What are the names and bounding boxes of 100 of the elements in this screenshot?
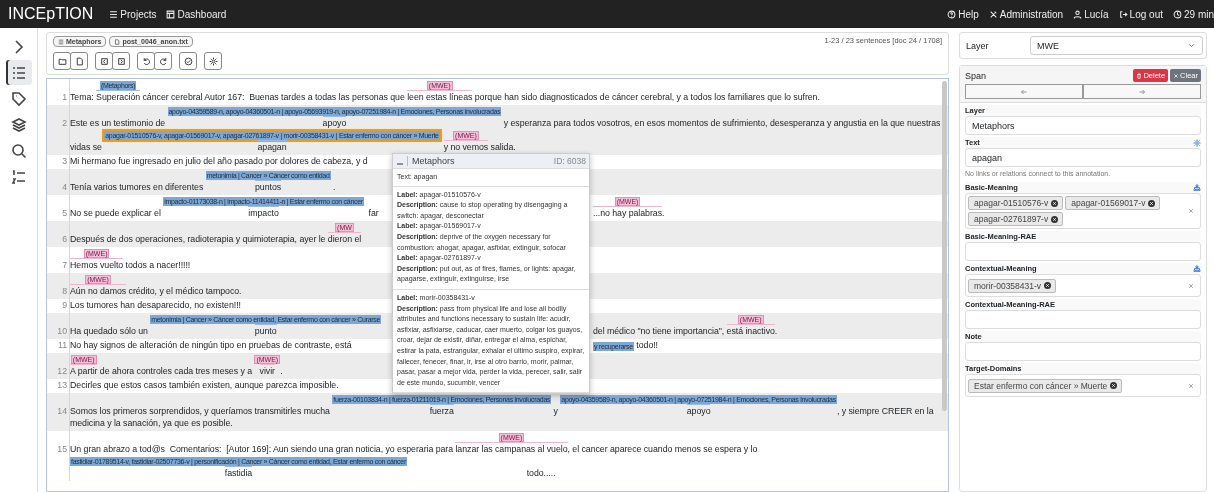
file-icon: [74, 56, 84, 66]
sidebar-tab[interactable]: [5, 60, 32, 85]
annotation-id: ID: 6038: [553, 155, 587, 167]
sentence-text: Después de dos operaciones, radioterapia y quimioterapia, ayer le: [70, 234, 327, 244]
text-field[interactable]: [965, 310, 1201, 329]
line-number: 15: [56, 443, 68, 455]
numbered-list-icon: [10, 168, 27, 185]
annotated-text[interactable]: fastidia: [224, 466, 253, 479]
sentence-text: de ahora controles cada tres meses y a: [98, 366, 253, 376]
line-number: 1: [61, 91, 68, 103]
sentence-text: Ha quedado sólo un: [70, 326, 149, 336]
scrollbar[interactable]: [942, 81, 947, 411]
sentence-text: .: [662, 208, 665, 218]
toolbar-button[interactable]: [154, 52, 172, 70]
undo-icon: [141, 56, 151, 66]
line-number: 11: [56, 339, 68, 351]
sentence-text: far: [367, 208, 379, 218]
tag-field[interactable]: apagar-01510576-v apagar-01569017-v apagar-02761897-v: [965, 193, 1201, 229]
nav-link[interactable]: 29 min: [1173, 8, 1214, 20]
sentence-text: del médico "no tiene importancia",: [593, 326, 726, 336]
line-number: 9: [61, 299, 68, 311]
sentence-text: , y siempre CREER en la: [836, 406, 934, 416]
layers-icon: [10, 116, 27, 133]
annotated-text[interactable]: está inactivo: [726, 324, 775, 337]
toolbar-button[interactable]: [70, 52, 88, 70]
tag-field[interactable]: morir-00358431-v: [965, 274, 1201, 297]
file-icon: [114, 38, 121, 45]
annotated-text[interactable]: leen estas líneas: [407, 90, 473, 103]
sentence-text: Somos los primeros sorprendidos, y queríamos transmitirles mucha: [70, 406, 331, 416]
text-field[interactable]: Metaphors: [965, 116, 1201, 135]
layer-select[interactable]: MWE: [1030, 36, 1203, 55]
annotated-text[interactable]: Hemos vuelto: [70, 258, 124, 271]
tag-chip[interactable]: morir-00358431-v: [968, 278, 1057, 293]
brand-logo[interactable]: INCEpTION: [8, 5, 94, 23]
tag-chip[interactable]: Estar enfermo con cáncer » Muerte: [968, 378, 1123, 393]
remove-icon[interactable]: [1044, 282, 1052, 289]
field-label: Layer: [965, 40, 990, 51]
nav-link[interactable]: Dashboard: [166, 8, 227, 20]
line-number: 6: [61, 233, 68, 245]
previous-button[interactable]: [965, 84, 1083, 99]
line-number: 13: [56, 379, 68, 391]
sentence-text: todo.....: [525, 468, 556, 478]
user-icon: [1073, 9, 1083, 19]
next-button[interactable]: [1083, 84, 1201, 99]
tag-chip[interactable]: apagar-02761897-v: [968, 212, 1064, 226]
search-icon: [10, 142, 27, 159]
remove-icon[interactable]: [1110, 382, 1118, 389]
annotated-text[interactable]: apoyo: [686, 404, 711, 417]
annotated-text[interactable]: apagan: [257, 140, 287, 153]
tag-chip[interactable]: apagar-01569017-v: [1065, 196, 1161, 210]
sentence-text: Decirles que estos casos también existen, aunque parezca imposible.: [70, 380, 339, 390]
annotated-text[interactable]: vivir: [259, 364, 275, 377]
previous-icon: [99, 56, 109, 66]
line-number: 7: [61, 259, 68, 271]
line-number: 3: [61, 155, 68, 167]
nav-link[interactable]: Projects: [109, 8, 157, 20]
line-number: 12: [56, 365, 68, 377]
remove-icon[interactable]: [1051, 199, 1059, 207]
nav-link[interactable]: Administration: [988, 8, 1064, 20]
annotated-text[interactable]: dieron el: [327, 232, 362, 245]
sentence-text: porque han sido diagnosticados de cáncer cerebral, y a todos los familiares que lo sufren.: [473, 92, 820, 102]
annotated-text[interactable]: Aún no damos: [70, 284, 127, 297]
annotated-text[interactable]: A partir: [70, 364, 98, 377]
sentence-text: todo!!: [635, 340, 658, 350]
trash-icon: [1136, 72, 1143, 79]
toolbar-button[interactable]: [112, 52, 130, 70]
annotated-text[interactable]: fuerza: [429, 404, 454, 417]
nav-link[interactable]: Lucía: [1073, 8, 1109, 20]
remove-icon[interactable]: [1148, 199, 1156, 207]
line-number: 5: [61, 207, 68, 219]
grid-icon: [166, 9, 176, 19]
annotated-text[interactable]: punto: [254, 324, 277, 337]
sentence-text: Tema:: [70, 92, 95, 102]
text-field[interactable]: [965, 242, 1201, 261]
tags-icon: [10, 90, 27, 107]
line-number: 14: [56, 405, 68, 417]
arrow-left-icon: [1020, 87, 1028, 96]
annotated-text[interactable]: Superación: [96, 90, 141, 103]
toolbar-button[interactable]: [53, 52, 71, 70]
toolbar-button[interactable]: [137, 52, 155, 70]
tag-field[interactable]: Estar enfermo con cáncer » Muerte: [965, 374, 1201, 397]
sentence-text: Los tumores han desaparecido, no existen!!!: [70, 300, 241, 310]
annotated-text[interactable]: impacto: [248, 206, 279, 219]
list-icon: [58, 38, 64, 45]
sentence-text: Tenía varios tumores en diferentes: [70, 182, 205, 192]
remove-icon[interactable]: [1051, 215, 1059, 223]
nav-link[interactable]: Help: [947, 8, 979, 20]
annotated-text[interactable]: puntos: [255, 180, 282, 193]
nav-link[interactable]: Log out: [1118, 8, 1163, 20]
annotated-text[interactable]: lanzar las campanas al vuelo: [455, 442, 568, 455]
tag-chip[interactable]: apagar-01510576-v: [968, 196, 1064, 210]
toolbar-button[interactable]: [179, 52, 197, 70]
toolbar-button[interactable]: [204, 52, 222, 70]
toolbar-button[interactable]: [95, 52, 113, 70]
chevron-down-icon: [1187, 41, 1196, 50]
text-field[interactable]: [965, 342, 1201, 361]
sentence-text: .: [331, 182, 336, 192]
card-title: Span: [965, 70, 987, 81]
folder-icon: [57, 56, 67, 66]
text-field[interactable]: apagan: [965, 148, 1201, 167]
